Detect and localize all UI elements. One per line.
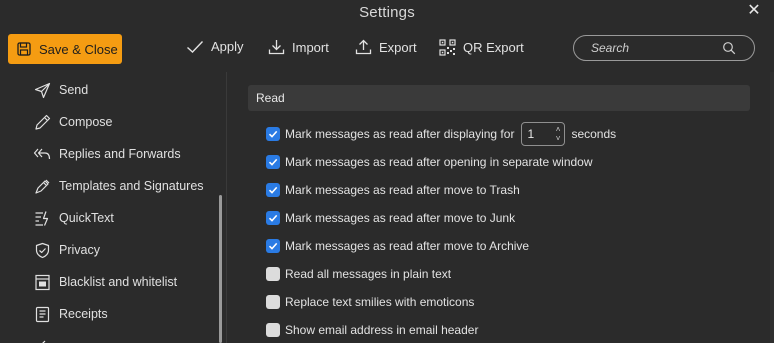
window-title: Settings (359, 4, 415, 21)
blacklist-icon (33, 273, 51, 291)
pencil-icon (33, 113, 51, 131)
option-move-to-trash: Mark messages as read after move to Tras… (266, 181, 520, 199)
checkbox-checked[interactable] (266, 155, 280, 169)
search-box (573, 35, 755, 61)
send-icon (33, 81, 51, 99)
sidebar-item-send[interactable]: Send (33, 80, 88, 100)
reply-all-icon (33, 145, 51, 163)
sidebar-item-partial[interactable] (33, 335, 59, 343)
sidebar-item-label: Blacklist and whitelist (59, 275, 178, 289)
sidebar-item-blacklist-and-whitelist[interactable]: Blacklist and whitelist (33, 272, 177, 292)
paperclip-icon (33, 336, 51, 343)
sidebar-item-privacy[interactable]: Privacy (33, 240, 100, 260)
sidebar-item-label: Compose (59, 115, 113, 129)
save-button-label: Save & Close (39, 41, 118, 57)
sidebar: Send Compose Replies and Forwards Templa… (0, 72, 226, 343)
option-label: Read all messages in plain text (285, 267, 452, 281)
signature-pen-icon (33, 177, 51, 195)
qr-code-icon (439, 39, 456, 56)
apply-button[interactable]: Apply (186, 39, 244, 54)
check-icon (268, 242, 278, 250)
qr-export-button-label: QR Export (463, 40, 524, 55)
sidebar-scrollbar[interactable] (219, 195, 222, 343)
option-label: Mark messages as read after move to Arch… (285, 239, 530, 253)
apply-button-label: Apply (211, 39, 244, 54)
check-icon (268, 158, 278, 166)
checkbox-checked[interactable] (266, 211, 280, 225)
checkbox-unchecked[interactable] (266, 267, 280, 281)
save-and-close-button[interactable]: Save & Close (8, 34, 122, 64)
check-icon (268, 130, 278, 138)
spinner-up-icon[interactable]: ˄ (556, 125, 561, 134)
seconds-value: 1 (527, 127, 535, 141)
checkmark-icon (187, 40, 204, 53)
option-move-to-junk: Mark messages as read after move to Junk (266, 209, 515, 227)
option-display-seconds: Mark messages as read after displaying f… (266, 122, 617, 146)
checkbox-checked[interactable] (266, 239, 280, 253)
import-button[interactable]: Import (268, 39, 329, 55)
option-show-email-address: Show email address in email header (266, 321, 478, 339)
sidebar-item-label: Receipts (59, 307, 108, 321)
import-icon (268, 40, 285, 55)
qr-export-button[interactable]: QR Export (439, 39, 524, 56)
sidebar-item-label: Send (59, 83, 89, 97)
option-label: Mark messages as read after move to Junk (285, 211, 516, 225)
main-panel: Read Mark messages as read after display… (227, 72, 774, 343)
sidebar-item-label: Templates and Signatures (59, 179, 204, 193)
seconds-suffix: seconds (571, 127, 617, 141)
main-scrollbar[interactable] (770, 72, 774, 343)
checkbox-unchecked[interactable] (266, 323, 280, 337)
checkbox-unchecked[interactable] (266, 295, 280, 309)
settings-window: Settings ✕ Save & Close Apply Import Exp… (0, 0, 774, 343)
sidebar-item-label: QuickText (59, 211, 114, 225)
quicktext-icon (33, 209, 51, 227)
sidebar-item-compose[interactable]: Compose (33, 112, 113, 132)
check-icon (268, 214, 278, 222)
search-input[interactable] (591, 41, 721, 55)
search-icon[interactable] (722, 41, 736, 55)
option-plain-text: Read all messages in plain text (266, 265, 451, 283)
option-label: Mark messages as read after opening in s… (285, 155, 593, 169)
sidebar-item-receipts[interactable]: Receipts (33, 304, 108, 324)
export-button-label: Export (379, 39, 417, 55)
export-icon (355, 39, 372, 55)
sidebar-item-replies-and-forwards[interactable]: Replies and Forwards (33, 144, 181, 164)
title-bar: Settings ✕ (0, 0, 774, 28)
checkbox-checked[interactable] (266, 183, 280, 197)
close-icon[interactable]: ✕ (746, 3, 762, 19)
option-separate-window: Mark messages as read after opening in s… (266, 153, 593, 171)
option-label: Replace text smilies with emoticons (285, 295, 475, 309)
receipt-icon (33, 305, 51, 323)
checkbox-checked[interactable] (266, 127, 280, 141)
option-label: Mark messages as read after displaying f… (285, 127, 515, 141)
section-header-read: Read (248, 85, 750, 111)
sidebar-item-label: Privacy (59, 243, 100, 257)
import-button-label: Import (292, 39, 329, 55)
option-move-to-archive: Mark messages as read after move to Arch… (266, 237, 529, 255)
check-icon (268, 186, 278, 194)
export-button[interactable]: Export (355, 39, 417, 55)
shield-icon (33, 241, 51, 259)
sidebar-item-templates-and-signatures[interactable]: Templates and Signatures (33, 176, 204, 196)
sidebar-item-label: Replies and Forwards (59, 147, 181, 161)
toolbar: Save & Close Apply Import Export QR Expo… (0, 28, 774, 72)
option-emoticons: Replace text smilies with emoticons (266, 293, 474, 311)
sidebar-item-quicktext[interactable]: QuickText (33, 208, 114, 228)
spinner-down-icon[interactable]: ˅ (556, 134, 561, 143)
floppy-disk-icon (17, 42, 31, 56)
option-label: Mark messages as read after move to Tras… (285, 183, 520, 197)
option-label: Show email address in email header (285, 323, 479, 337)
seconds-spinner[interactable]: 1 ˄ ˅ (521, 122, 566, 146)
